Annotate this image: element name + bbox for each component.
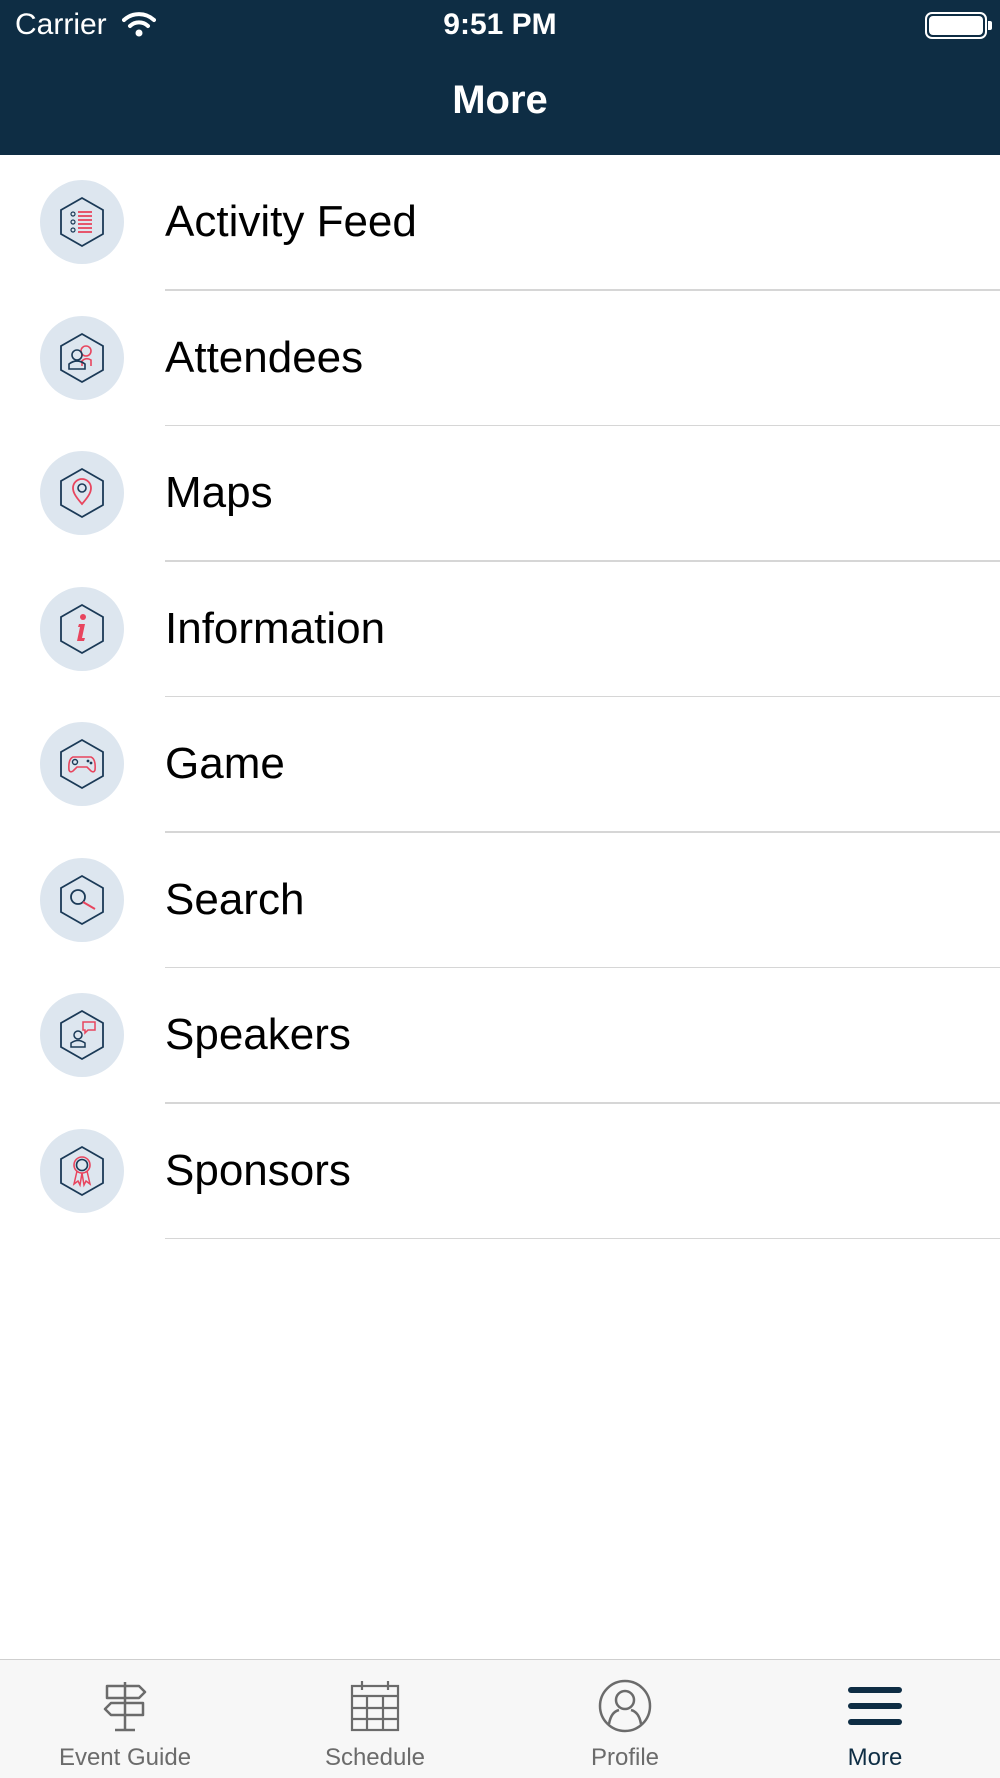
menu-item-game[interactable]: Game	[0, 697, 1000, 833]
tab-label: Schedule	[324, 1744, 426, 1771]
tab-schedule[interactable]: Schedule	[250, 1660, 500, 1778]
menu-item-speakers[interactable]: Speakers	[0, 968, 1000, 1104]
menu-item-label: Sponsors	[165, 1145, 351, 1195]
menu-item-activity-feed[interactable]: Activity Feed	[0, 155, 1000, 291]
menu-item-label: Speakers	[165, 1010, 351, 1059]
menu-item-sponsors[interactable]: Sponsors	[0, 1104, 1000, 1239]
divider	[165, 1237, 1000, 1239]
menu-item-maps[interactable]: Maps	[0, 426, 1000, 562]
game-controller-icon	[40, 722, 124, 806]
header: Carrier 9:51 PM More	[0, 0, 1000, 155]
map-pin-icon	[40, 451, 124, 535]
user-circle-icon	[598, 1679, 652, 1733]
menu-item-attendees[interactable]: Attendees	[0, 291, 1000, 426]
attendees-icon	[40, 315, 124, 400]
award-ribbon-icon	[40, 1128, 124, 1213]
menu-item-label: Activity Feed	[165, 197, 417, 246]
menu-item-label: Maps	[165, 468, 273, 517]
menu-item-search[interactable]: Search	[0, 833, 1000, 968]
status-bar: Carrier 9:51 PM	[0, 0, 1000, 52]
search-icon	[40, 857, 124, 942]
info-icon	[40, 586, 124, 671]
page-title: More	[452, 78, 548, 122]
tab-label: Profile	[590, 1744, 660, 1771]
battery-icon	[925, 12, 992, 39]
signpost-icon	[103, 1682, 147, 1732]
clock: 9:51 PM	[443, 8, 557, 41]
tab-profile[interactable]: Profile	[500, 1660, 750, 1778]
tab-event-guide[interactable]: Event Guide	[0, 1660, 250, 1778]
more-menu-list: Activity Feed Attendees Maps Information…	[0, 155, 1000, 1239]
speaker-icon	[40, 993, 124, 1077]
menu-item-label: Attendees	[165, 332, 364, 382]
hamburger-menu-icon	[848, 1687, 902, 1725]
tab-label: Event Guide	[58, 1744, 192, 1771]
menu-item-label: Information	[165, 603, 386, 653]
menu-item-information[interactable]: Information	[0, 562, 1000, 697]
menu-item-label: Game	[165, 739, 285, 788]
tab-label: More	[847, 1744, 903, 1771]
activity-feed-icon	[40, 180, 124, 264]
calendar-icon	[350, 1681, 400, 1732]
tab-more[interactable]: More	[750, 1660, 1000, 1778]
menu-item-label: Search	[165, 874, 305, 924]
tab-bar: Event Guide Schedule Profile More	[0, 1659, 1000, 1778]
